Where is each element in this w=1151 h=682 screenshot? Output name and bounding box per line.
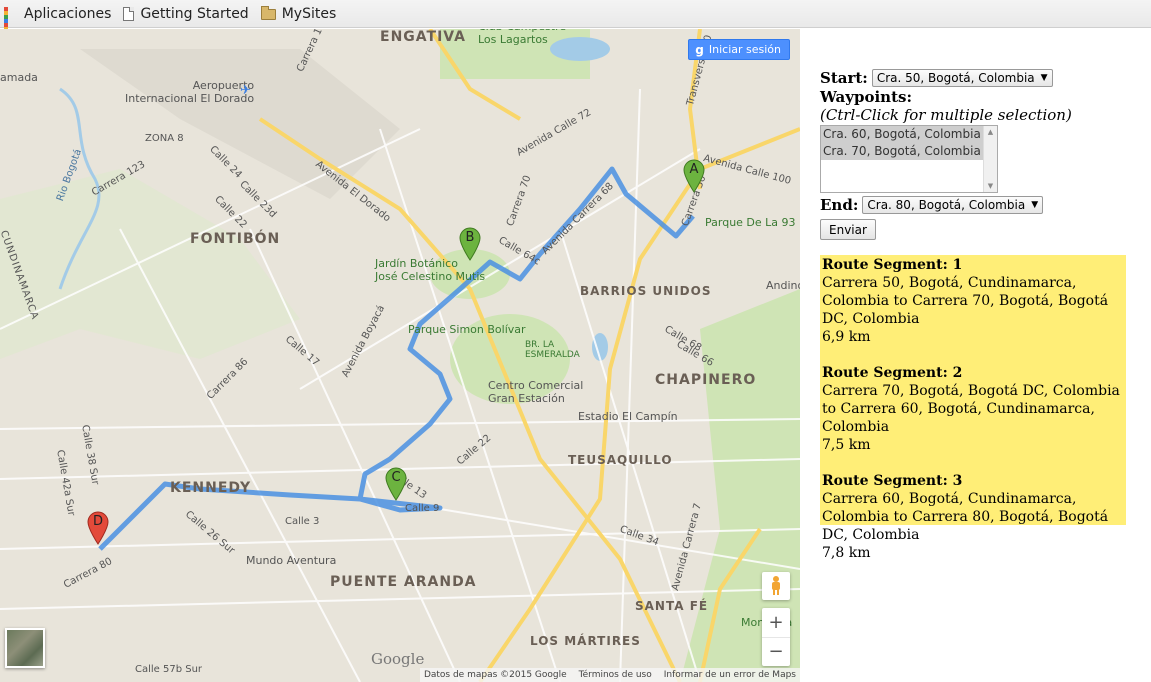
segment-title: Route Segment: 1 (822, 257, 963, 273)
send-button[interactable]: Enviar (820, 219, 876, 240)
scrollbar[interactable]: ▲ ▼ (983, 126, 997, 192)
bookmark-getting-started[interactable]: Getting Started (123, 5, 249, 22)
bookmark-label: MySites (281, 5, 337, 22)
start-select[interactable]: Cra. 50, Bogotá, Colombia ▼ (871, 69, 1053, 87)
marker-label: C (391, 470, 401, 485)
district-label-santa-fe: SANTA FÉ (635, 599, 709, 613)
segment-distance: 7,8 km (822, 545, 871, 561)
marker-label: A (689, 162, 699, 177)
place-label-parque-simon-bolivar: Parque Simon Bolívar (408, 323, 526, 336)
document-icon (123, 6, 135, 21)
district-label-engativa: ENGATIVA (380, 29, 466, 45)
segment-from-to: Carrera 60, Bogotá, Cundinamarca, Colomb… (822, 491, 1109, 543)
marker-label: B (465, 230, 475, 245)
scroll-up-icon: ▲ (987, 128, 994, 136)
place-label-estadio-el-campin: Estadio El Campín (578, 410, 678, 423)
waypoints-hint: (Ctrl-Click for multiple selection) (820, 106, 1072, 124)
route-segment: Route Segment: 3 Carrera 60, Bogotá, Cun… (822, 472, 1124, 562)
district-label-chapinero: CHAPINERO (655, 372, 757, 388)
street-label-calle-9: Calle 9 (405, 503, 440, 514)
google-logo: Google (371, 650, 425, 668)
route-segment: Route Segment: 1 Carrera 50, Bogotá, Cun… (822, 256, 1124, 346)
map-attribution: Datos de mapas ©2015 Google Términos de … (419, 668, 800, 682)
start-select-value: Cra. 50, Bogotá, Colombia (876, 71, 1035, 85)
segment-title: Route Segment: 2 (822, 365, 963, 381)
district-label-los-martires: LOS MÁRTIRES (530, 634, 641, 648)
bookmark-label: Getting Started (140, 5, 249, 22)
place-label-mundo-aventura: Mundo Aventura (246, 554, 337, 567)
district-label-teusaquillo: TEUSAQUILLO (568, 453, 673, 467)
bookmark-aplicaciones[interactable]: Aplicaciones (4, 5, 112, 43)
street-label-calle-3: Calle 3 (285, 516, 320, 527)
street-label-calle-57b-sur: Calle 57b Sur (135, 664, 203, 675)
route-marker-a[interactable]: A (683, 159, 705, 193)
report-error-link[interactable]: Informar de un error de Maps (664, 670, 796, 680)
pegman-icon (772, 576, 780, 595)
district-label-puente-aranda: PUENTE ARANDA (330, 574, 477, 590)
start-row: Start: Cra. 50, Bogotá, Colombia ▼ (820, 68, 1140, 88)
segment-from-to: Carrera 50, Bogotá, Cundinamarca, Colomb… (822, 275, 1109, 327)
directions-panel: Route Segment: 1 Carrera 50, Bogotá, Cun… (820, 255, 1126, 561)
end-row: End: Cra. 80, Bogotá, Colombia ▼ (820, 195, 1140, 215)
end-select-value: Cra. 80, Bogotá, Colombia (867, 198, 1026, 212)
segment-distance: 6,9 km (822, 329, 871, 345)
satellite-toggle[interactable] (5, 628, 45, 668)
bookmark-label: Aplicaciones (24, 5, 112, 22)
zoom-out-button[interactable]: − (762, 638, 790, 667)
signin-label: Iniciar sesión (708, 43, 781, 56)
district-label-zona8: ZONA 8 (145, 133, 184, 144)
pegman-control[interactable] (762, 572, 790, 600)
place-label-gran-estacion: Centro Comercial Gran Estación (488, 379, 584, 405)
route-marker-b[interactable]: B (459, 227, 481, 261)
segment-from-to: Carrera 70, Bogotá, Bogotá DC, Colombia … (822, 383, 1120, 435)
zoom-control: + − (762, 608, 790, 666)
bookmarks-bar: Aplicaciones Getting Started MySites (0, 0, 1151, 43)
waypoints-label: Waypoints: (820, 88, 912, 106)
dropdown-arrow-icon: ▼ (1031, 200, 1039, 210)
district-label-kennedy: KENNEDY (170, 480, 252, 496)
apps-grid-icon (4, 6, 18, 43)
place-label-esmeralda: BR. LA ESMERALDA (525, 340, 580, 360)
google-g-icon: g (695, 42, 704, 57)
dropdown-arrow-icon: ▼ (1040, 73, 1048, 83)
route-marker-c[interactable]: C (385, 467, 407, 501)
place-label-los-lagartos: Club Campestre Los Lagartos (478, 29, 566, 46)
zoom-in-button[interactable]: + (762, 608, 790, 638)
bookmark-mysites[interactable]: MySites (260, 5, 337, 22)
end-select[interactable]: Cra. 80, Bogotá, Colombia ▼ (862, 196, 1044, 214)
district-label-fontibon: FONTIBÓN (190, 231, 281, 247)
terms-link[interactable]: Términos de uso (579, 670, 652, 680)
route-segment: Route Segment: 2 Carrera 70, Bogotá, Bog… (822, 364, 1124, 454)
segment-distance: 7,5 km (822, 437, 871, 453)
waypoint-option[interactable]: Cra. 60, Bogotá, Colombia (821, 126, 983, 143)
map-canvas[interactable]: ENGATIVA FONTIBÓN KENNEDY PUENTE ARANDA … (0, 29, 800, 682)
route-marker-d[interactable]: D (87, 511, 109, 545)
segment-title: Route Segment: 3 (822, 473, 963, 489)
place-label-airport: Aeropuerto Internacional El Dorado (125, 79, 255, 105)
place-label-andino: Andino (766, 279, 800, 292)
district-label-barrios-unidos: BARRIOS UNIDOS (580, 284, 712, 298)
signin-button[interactable]: g Iniciar sesión (688, 39, 790, 60)
route-form: Start: Cra. 50, Bogotá, Colombia ▼ Waypo… (820, 68, 1140, 240)
waypoint-option[interactable]: Cra. 70, Bogotá, Colombia (821, 143, 983, 160)
end-label: End: (820, 196, 859, 214)
start-label: Start: (820, 69, 868, 87)
map-data-credit: Datos de mapas ©2015 Google (423, 670, 567, 680)
folder-icon (260, 6, 276, 20)
waypoints-multiselect[interactable]: Cra. 60, Bogotá, Colombia Cra. 70, Bogot… (820, 125, 998, 193)
place-label-parque-93: Parque De La 93 (705, 216, 796, 229)
airplane-icon: ✈ (240, 83, 251, 98)
marker-label: D (92, 514, 103, 529)
place-label-amada: amada (0, 71, 38, 84)
scroll-down-icon: ▼ (987, 182, 994, 190)
